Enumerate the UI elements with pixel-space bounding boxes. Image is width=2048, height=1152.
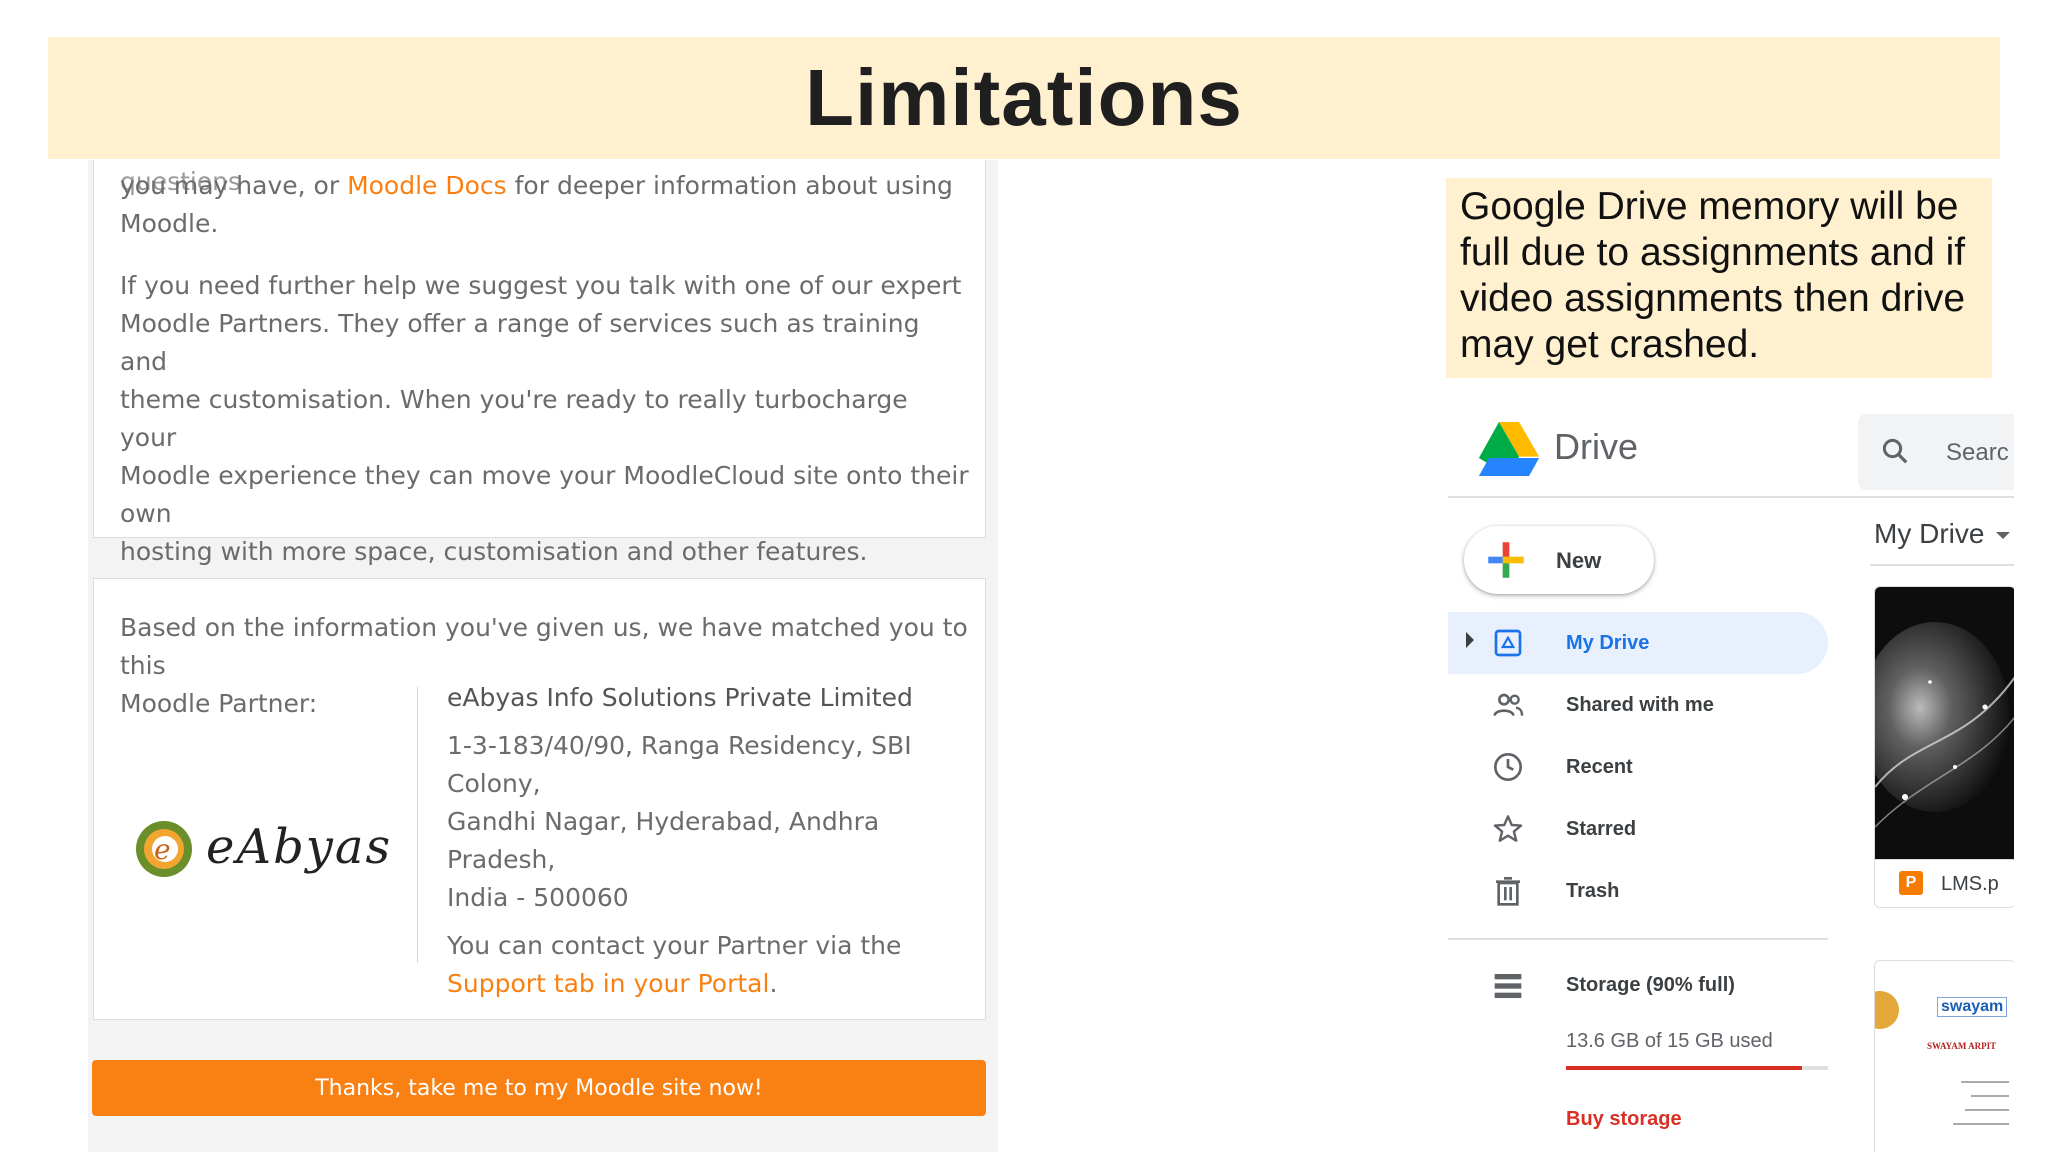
drive-limitation-callout: Google Drive memory will be full due to … (1446, 178, 1992, 378)
storage-icon (1494, 974, 1522, 998)
nav-recent[interactable]: Recent (1448, 736, 1828, 798)
search-icon (1882, 438, 1908, 464)
partner-logo-text: eAbyas (206, 819, 393, 875)
help-para-2-line: theme customisation. When you're ready t… (120, 385, 908, 452)
buy-storage-link[interactable]: Buy storage (1566, 1108, 1682, 1131)
nav-shared-with-me[interactable]: Shared with me (1448, 674, 1828, 736)
file-name: LMS.p (1941, 873, 1999, 895)
partner-contact-line: You can contact your Partner via the (447, 931, 902, 960)
certificate-text-line (1961, 1081, 2009, 1083)
storage-used-text: 13.6 GB of 15 GB used (1566, 1030, 1773, 1052)
partner-address: 1-3-183/40/90, Ranga Residency, SBI Colo… (447, 727, 977, 917)
file-card[interactable]: P LMS.p (1874, 586, 2014, 908)
storage-label[interactable]: Storage (90% full) (1566, 974, 1735, 997)
clock-icon (1494, 753, 1522, 781)
match-intro-line: Based on the information you've given us… (120, 613, 968, 680)
go-to-moodle-site-button[interactable]: Thanks, take me to my Moodle site now! (92, 1060, 986, 1116)
partner-logo: e eAbyas (132, 811, 390, 891)
support-portal-link[interactable]: Support tab in your Portal (447, 969, 769, 998)
file-card[interactable]: swayam SWAYAM ARPIT (1874, 960, 2014, 1152)
nav-divider (1448, 938, 1828, 940)
shared-users-icon (1493, 693, 1524, 717)
file-thumbnail (1875, 587, 2014, 859)
expand-arrow-icon[interactable] (1466, 632, 1474, 648)
nav-label: My Drive (1566, 631, 1650, 654)
my-drive-icon (1494, 629, 1522, 657)
certificate-text-line (1953, 1123, 2009, 1125)
search-placeholder: Searc (1946, 439, 2009, 466)
powerpoint-icon: P (1899, 871, 1923, 895)
certificate-text-line (1971, 1095, 2009, 1097)
help-para-2-line: Moodle Partners. They offer a range of s… (120, 309, 920, 376)
partner-details: eAbyas Info Solutions Private Limited 1-… (447, 679, 977, 1003)
nav-label: Trash (1566, 879, 1620, 902)
partner-card: Based on the information you've given us… (93, 578, 986, 1020)
partner-contact-end: . (769, 969, 778, 998)
header-underline (1870, 564, 2014, 566)
drive-header-divider (1448, 496, 2014, 498)
trash-icon (1496, 877, 1520, 906)
title-banner: Limitations (48, 37, 2000, 159)
eabyas-logo-icon: e (136, 821, 192, 877)
partner-address-line: Gandhi Nagar, Hyderabad, Andhra Pradesh, (447, 807, 880, 874)
match-intro-line: Moodle Partner: (120, 689, 318, 718)
nav-label: Shared with me (1566, 693, 1714, 716)
partner-contact: You can contact your Partner via the Sup… (447, 927, 977, 1003)
certificate-caption: SWAYAM ARPIT (1927, 1041, 1997, 1051)
moodle-screenshot: support. See our FAQ for some answers to… (88, 160, 998, 1152)
plus-icon (1488, 542, 1524, 578)
partner-divider (417, 687, 418, 963)
storage-bar-track (1566, 1066, 1828, 1070)
seal-icon (1875, 991, 1899, 1029)
chevron-down-icon[interactable] (1996, 532, 2010, 539)
help-para-1-post: for deeper information about using (506, 171, 953, 200)
help-para-1: you may have, or Moodle Docs for deeper … (120, 167, 970, 243)
nav-starred[interactable]: Starred (1448, 798, 1828, 860)
swayam-logo-text: swayam (1937, 997, 2008, 1017)
partner-address-line: India - 500060 (447, 883, 629, 912)
help-para-2-line: hosting with more space, customisation a… (120, 537, 868, 566)
drive-app-name: Drive (1554, 426, 1639, 467)
new-button-label: New (1556, 548, 1602, 573)
drive-logo-icon (1478, 422, 1540, 476)
drive-search-box[interactable]: Searc (1858, 414, 2014, 490)
nav-label: Starred (1566, 817, 1637, 840)
certificate-text-line (1965, 1109, 2009, 1111)
nav-label: Recent (1566, 755, 1633, 778)
nav-trash[interactable]: Trash (1448, 860, 1828, 922)
partner-name: eAbyas Info Solutions Private Limited (447, 683, 913, 712)
svg-text:e: e (154, 833, 171, 866)
moodle-docs-link[interactable]: Moodle Docs (347, 171, 507, 200)
drive-screenshot: Drive Searc New My Drive Shared with me … (1448, 392, 2014, 1152)
slide-title: Limitations (805, 53, 1243, 142)
nav-my-drive[interactable]: My Drive (1448, 612, 1828, 674)
help-para-2-line: Moodle experience they can move your Moo… (120, 461, 969, 528)
partner-address-line: 1-3-183/40/90, Ranga Residency, SBI Colo… (447, 731, 912, 798)
new-button[interactable]: New (1464, 526, 1654, 594)
my-drive-header[interactable]: My Drive (1874, 518, 1984, 550)
file-card-divider (1875, 859, 2014, 860)
star-icon (1493, 815, 1523, 842)
storage-bar-fill (1566, 1066, 1802, 1070)
callout-text: Google Drive memory will be full due to … (1460, 185, 1966, 366)
help-card: support. See our FAQ for some answers to… (93, 160, 986, 566)
help-para-2-line: If you need further help we suggest you … (120, 271, 962, 300)
help-para-1-end: Moodle. (120, 209, 219, 238)
help-para-2: If you need further help we suggest you … (120, 267, 970, 571)
help-para-1-pre: you may have, or (120, 171, 348, 200)
